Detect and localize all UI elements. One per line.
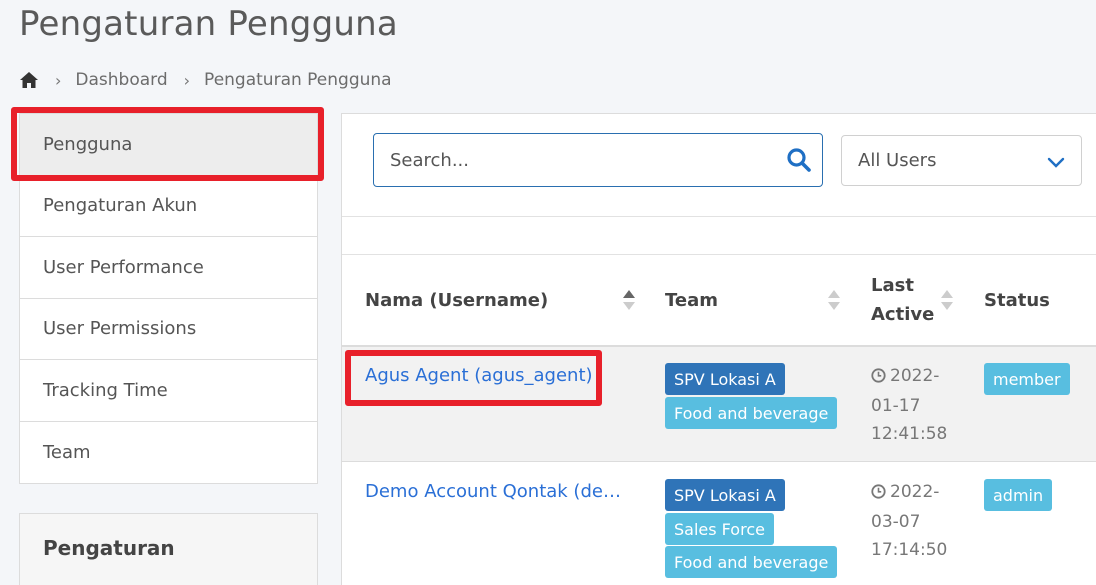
team-badge: Sales Force bbox=[665, 513, 774, 545]
sidebar: Pengguna Pengaturan Akun User Performanc… bbox=[19, 113, 318, 484]
user-name-link[interactable]: Agus Agent (agus_agent) bbox=[365, 365, 593, 386]
search-field[interactable] bbox=[373, 133, 823, 187]
team-badge: SPV Lokasi A bbox=[665, 479, 785, 511]
last-active-date-part1: 2022- bbox=[890, 482, 940, 502]
sidebar-item-tracking-time[interactable]: Tracking Time bbox=[20, 360, 317, 422]
status-badge: admin bbox=[984, 479, 1053, 511]
last-active-date-part1: 2022- bbox=[890, 366, 940, 386]
sidebar-item-user-performance[interactable]: User Performance bbox=[20, 237, 317, 299]
chevron-right-icon: › bbox=[183, 70, 191, 90]
clock-icon bbox=[871, 480, 886, 508]
column-header-last-active-line1: Last bbox=[871, 275, 914, 296]
sidebar-item-user-permissions[interactable]: User Permissions bbox=[20, 298, 317, 360]
breadcrumb: › Dashboard › Pengaturan Pengguna bbox=[19, 68, 392, 92]
table-row: Agus Agent (agus_agent) SPV Lokasi A Foo… bbox=[342, 347, 1096, 462]
users-panel: All Users Nama (Username) Team Last Acti… bbox=[341, 113, 1096, 585]
sidebar-item-pengaturan-akun[interactable]: Pengaturan Akun bbox=[20, 175, 317, 237]
breadcrumb-dashboard[interactable]: Dashboard bbox=[75, 70, 167, 90]
page-title: Pengaturan Pengguna bbox=[19, 4, 398, 44]
sort-icon[interactable] bbox=[940, 288, 954, 316]
column-header-name[interactable]: Nama (Username) bbox=[365, 286, 548, 315]
last-active-time: 2022- 03-07 17:14:50 bbox=[871, 478, 947, 564]
last-active-clock: 12:41:58 bbox=[871, 424, 948, 444]
table-row: Demo Account Qontak (de… SPV Lokasi A Sa… bbox=[342, 463, 1096, 585]
divider bbox=[342, 216, 1096, 217]
home-icon[interactable] bbox=[19, 71, 39, 89]
sidebar-item-team[interactable]: Team bbox=[20, 421, 317, 483]
column-header-status: Status bbox=[984, 290, 1050, 311]
user-filter-select[interactable]: All Users bbox=[841, 135, 1082, 186]
chevron-down-icon bbox=[1047, 153, 1065, 174]
settings-card-title: Pengaturan bbox=[43, 536, 175, 560]
breadcrumb-current: Pengaturan Pengguna bbox=[204, 70, 392, 90]
last-active-clock: 17:14:50 bbox=[871, 540, 948, 560]
table-header: Nama (Username) Team Last Active Status bbox=[342, 255, 1096, 347]
settings-card: Pengaturan bbox=[19, 513, 318, 585]
sort-icon[interactable] bbox=[827, 288, 841, 316]
sidebar-item-pengguna[interactable]: Pengguna bbox=[20, 114, 317, 176]
column-header-last-active-line2: Active bbox=[871, 304, 935, 325]
column-header-last-active[interactable]: Last Active bbox=[871, 271, 934, 329]
chevron-right-icon: › bbox=[55, 70, 62, 90]
team-badge: SPV Lokasi A bbox=[665, 363, 785, 395]
search-input[interactable] bbox=[390, 149, 770, 171]
last-active-time: 2022- 01-17 12:41:58 bbox=[871, 362, 947, 448]
user-filter-value: All Users bbox=[858, 150, 937, 171]
team-badge: Food and beverage bbox=[665, 397, 838, 429]
search-icon[interactable] bbox=[786, 147, 812, 177]
status-badge: member bbox=[984, 363, 1070, 395]
team-badge: Food and beverage bbox=[665, 546, 838, 578]
user-name-link[interactable]: Demo Account Qontak (de… bbox=[365, 481, 621, 502]
clock-icon bbox=[871, 364, 886, 392]
column-header-team[interactable]: Team bbox=[665, 286, 718, 315]
sort-icon[interactable] bbox=[622, 288, 636, 316]
last-active-date-part2: 03-07 bbox=[871, 512, 921, 532]
last-active-date-part2: 01-17 bbox=[871, 396, 921, 416]
